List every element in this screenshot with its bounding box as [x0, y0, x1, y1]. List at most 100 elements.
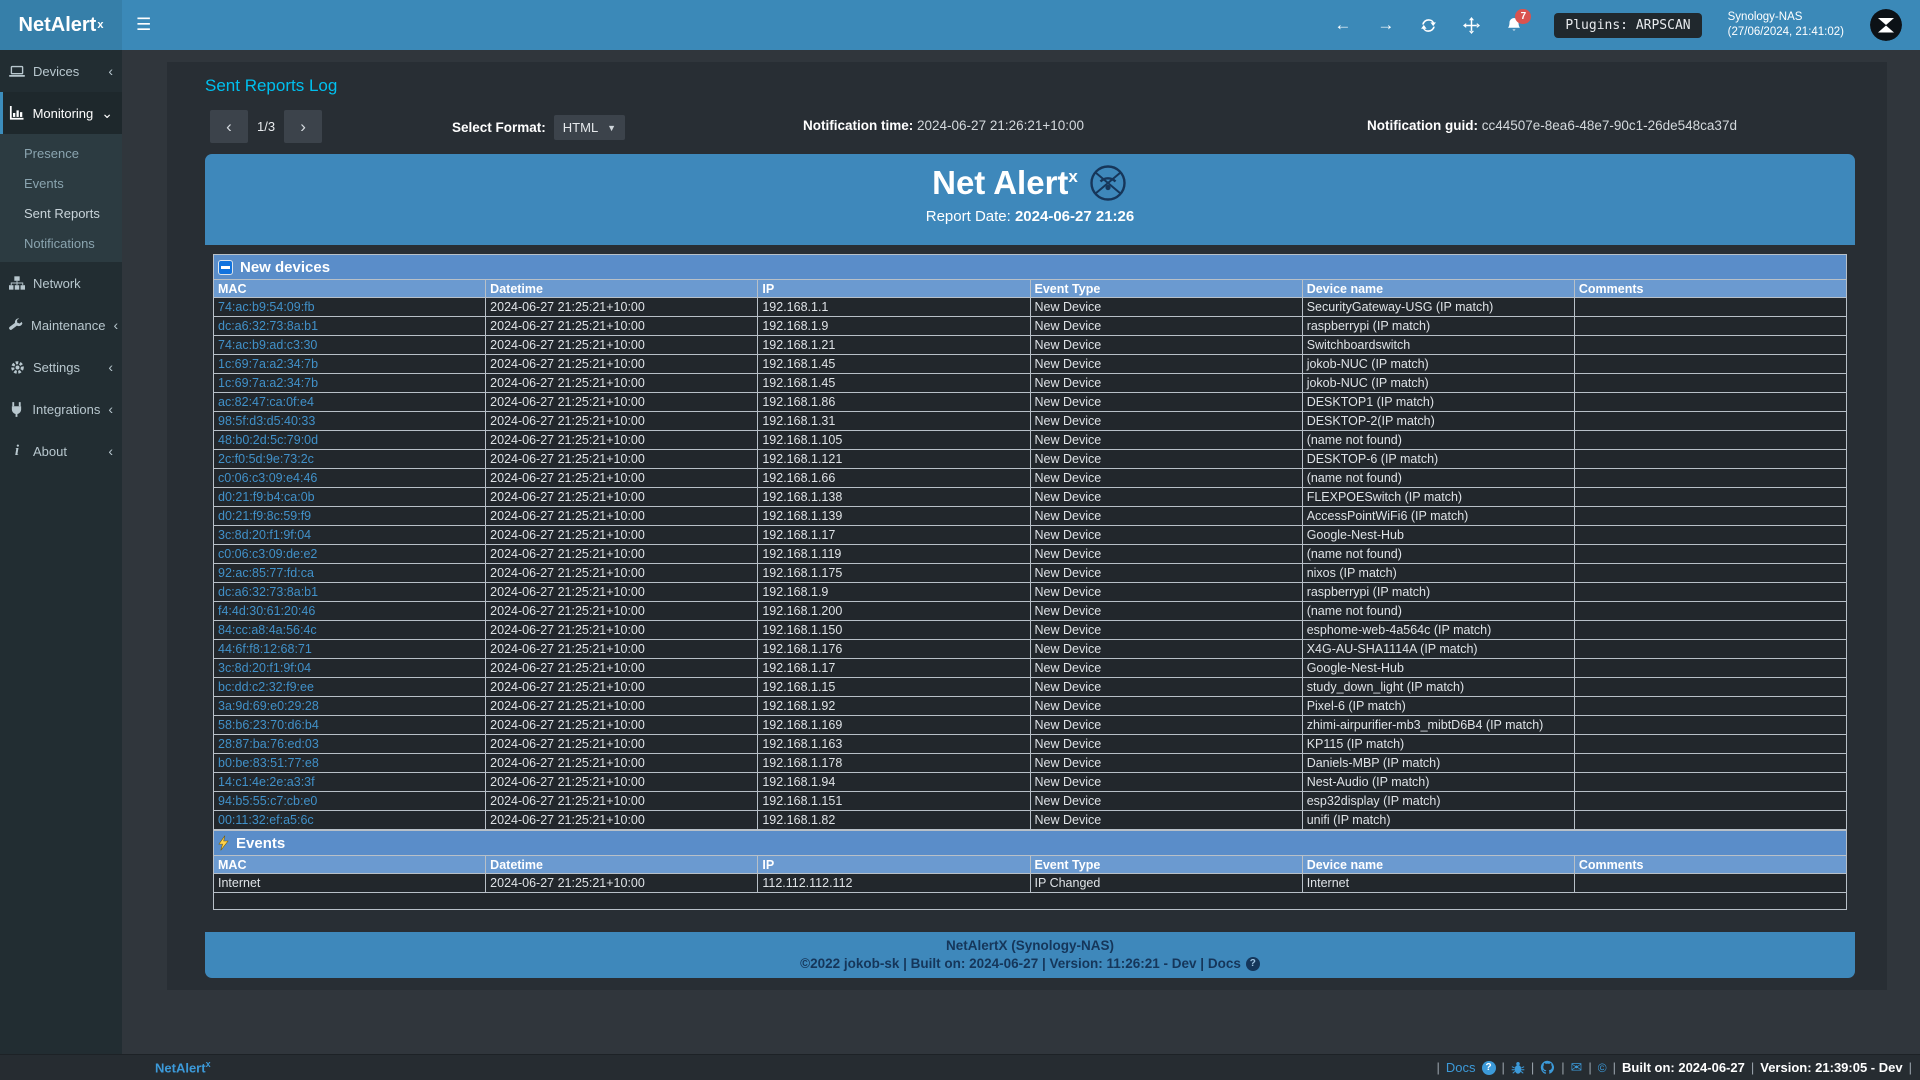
table-row: 2c:f0:5d:9e:73:2c2024-06-27 21:25:21+10:… — [213, 450, 1847, 469]
table-cell — [1574, 716, 1847, 735]
table-cell: 192.168.1.105 — [757, 431, 1029, 450]
separator: | — [1909, 1060, 1912, 1075]
mac-link[interactable]: d0:21:f9:b4:ca:0b — [213, 488, 485, 507]
column-header: Event Type — [1030, 855, 1302, 874]
forward-icon[interactable]: → — [1377, 15, 1394, 35]
pagination: ‹ 1/3 › — [210, 110, 322, 143]
table-row: d0:21:f9:8c:59:f92024-06-27 21:25:21+10:… — [213, 507, 1847, 526]
mac-link[interactable]: dc:a6:32:73:8a:b1 — [213, 583, 485, 602]
mac-link[interactable]: 58:b6:23:70:d6:b4 — [213, 716, 485, 735]
mac-link[interactable]: 48:b0:2d:5c:79:0d — [213, 431, 485, 450]
sidebar-item-sent-reports[interactable]: Sent Reports — [0, 198, 122, 228]
mac-link[interactable]: 74:ac:b9:ad:c3:30 — [213, 336, 485, 355]
mac-link[interactable]: 2c:f0:5d:9e:73:2c — [213, 450, 485, 469]
notifications-bell-icon[interactable]: 7 — [1506, 17, 1522, 33]
separator: | — [1751, 1060, 1754, 1075]
github-icon[interactable] — [1540, 1060, 1555, 1075]
sidebar-item-integrations[interactable]: Integrations ‹ — [0, 388, 122, 430]
sidebar-toggle-icon[interactable]: ☰ — [136, 15, 151, 35]
host-info: Synology-NAS (27/06/2024, 21:41:02) — [1728, 10, 1844, 40]
table-cell: New Device — [1030, 640, 1302, 659]
format-group: Select Format: HTML ▼ — [452, 115, 625, 140]
mac-link[interactable]: 3c:8d:20:f1:9f:04 — [213, 526, 485, 545]
table-row: bc:dd:c2:32:f9:ee2024-06-27 21:25:21+10:… — [213, 678, 1847, 697]
docs-link[interactable]: Docs — [1446, 1060, 1476, 1075]
mac-link[interactable]: 74:ac:b9:54:09:fb — [213, 298, 485, 317]
mac-link[interactable]: 3a:9d:69:e0:29:28 — [213, 697, 485, 716]
mac-link[interactable]: 28:87:ba:76:ed:03 — [213, 735, 485, 754]
sidebar-item-maintenance[interactable]: Maintenance ‹ — [0, 304, 122, 346]
table-cell: 2024-06-27 21:25:21+10:00 — [485, 754, 757, 773]
sidebar-item-events[interactable]: Events — [0, 168, 122, 198]
mac-link[interactable]: b0:be:83:51:77:e8 — [213, 754, 485, 773]
table-cell: raspberrypi (IP match) — [1302, 583, 1574, 602]
column-header: Comments — [1574, 855, 1847, 874]
sidebar-item-network[interactable]: Network — [0, 262, 122, 304]
mac-link[interactable]: 94:b5:55:c7:cb:e0 — [213, 792, 485, 811]
column-header: Device name — [1302, 855, 1574, 874]
copyright-icon[interactable]: © — [1598, 1061, 1607, 1075]
mac-link[interactable]: bc:dd:c2:32:f9:ee — [213, 678, 485, 697]
bug-report-icon[interactable] — [1511, 1061, 1525, 1075]
new-devices-section-header: New devices — [213, 254, 1847, 279]
sent-reports-log-link[interactable]: Sent Reports Log — [205, 76, 337, 96]
mac-link[interactable]: 1c:69:7a:a2:34:7b — [213, 374, 485, 393]
docs-help-icon[interactable]: ? — [1246, 957, 1260, 971]
mac-link[interactable]: 92:ac:85:77:fd:ca — [213, 564, 485, 583]
section-title: Events — [236, 835, 285, 852]
app-logo[interactable]: NetAlertx — [0, 0, 122, 50]
sidebar-item-presence[interactable]: Presence — [0, 138, 122, 168]
mac-link[interactable]: c0:06:c3:09:de:e2 — [213, 545, 485, 564]
table-cell: FLEXPOESwitch (IP match) — [1302, 488, 1574, 507]
mac-link[interactable]: 00:11:32:ef:a5:6c — [213, 811, 485, 830]
next-page-button[interactable]: › — [284, 110, 322, 143]
table-row: f4:4d:30:61:20:462024-06-27 21:25:21+10:… — [213, 602, 1847, 621]
mac-link[interactable]: 44:6f:f8:12:68:71 — [213, 640, 485, 659]
help-icon[interactable]: ? — [1482, 1061, 1496, 1075]
table-header-row: MACDatetimeIPEvent TypeDevice nameCommen… — [213, 855, 1847, 874]
mac-link[interactable]: ac:82:47:ca:0f:e4 — [213, 393, 485, 412]
table-cell: New Device — [1030, 697, 1302, 716]
empty-table-row — [213, 893, 1847, 910]
table-cell: Internet — [213, 874, 485, 893]
sidebar-item-monitoring[interactable]: Monitoring ⌄ — [0, 92, 122, 134]
table-cell: esphome-web-4a564c (IP match) — [1302, 621, 1574, 640]
mac-link[interactable]: 3c:8d:20:f1:9f:04 — [213, 659, 485, 678]
table-cell — [1574, 583, 1847, 602]
sidebar-item-devices[interactable]: Devices ‹ — [0, 50, 122, 92]
prev-page-button[interactable]: ‹ — [210, 110, 248, 143]
table-cell: jokob-NUC (IP match) — [1302, 374, 1574, 393]
sidebar-item-about[interactable]: i About ‹ — [0, 430, 122, 472]
chevron-left-icon: ‹ — [108, 359, 113, 375]
report-controls: ‹ 1/3 › Select Format: HTML ▼ Notificati… — [205, 106, 1855, 150]
mac-link[interactable]: f4:4d:30:61:20:46 — [213, 602, 485, 621]
version-text: Version: 21:39:05 - Dev — [1760, 1060, 1902, 1075]
mac-link[interactable]: c0:06:c3:09:e4:46 — [213, 469, 485, 488]
table-cell: 2024-06-27 21:25:21+10:00 — [485, 735, 757, 754]
user-avatar[interactable] — [1870, 9, 1902, 41]
mac-link[interactable]: 84:cc:a8:4a:56:4c — [213, 621, 485, 640]
refresh-icon[interactable] — [1420, 17, 1437, 34]
table-cell — [1574, 545, 1847, 564]
table-cell: (name not found) — [1302, 431, 1574, 450]
table-cell — [1574, 602, 1847, 621]
table-cell: 192.168.1.163 — [757, 735, 1029, 754]
email-icon[interactable]: ✉ — [1571, 1059, 1583, 1076]
mac-link[interactable]: 98:5f:d3:d5:40:33 — [213, 412, 485, 431]
move-icon[interactable] — [1463, 17, 1480, 34]
table-row: 1c:69:7a:a2:34:7b2024-06-27 21:25:21+10:… — [213, 355, 1847, 374]
table-row: 74:ac:b9:ad:c3:302024-06-27 21:25:21+10:… — [213, 336, 1847, 355]
mac-link[interactable]: 1c:69:7a:a2:34:7b — [213, 355, 485, 374]
sidebar-item-notifications[interactable]: Notifications — [0, 228, 122, 258]
sidebar-item-settings[interactable]: Settings ‹ — [0, 346, 122, 388]
table-cell: 2024-06-27 21:25:21+10:00 — [485, 697, 757, 716]
report-footer-line1: NetAlertX (Synology-NAS) — [205, 938, 1855, 953]
table-row: 58:b6:23:70:d6:b42024-06-27 21:25:21+10:… — [213, 716, 1847, 735]
statusbar-brand-link[interactable]: NetAlertx — [155, 1059, 211, 1075]
table-cell: 112.112.112.112 — [757, 874, 1029, 893]
back-icon[interactable]: ← — [1334, 15, 1351, 35]
mac-link[interactable]: dc:a6:32:73:8a:b1 — [213, 317, 485, 336]
mac-link[interactable]: 14:c1:4e:2e:a3:3f — [213, 773, 485, 792]
format-select[interactable]: HTML ▼ — [554, 115, 625, 140]
mac-link[interactable]: d0:21:f9:8c:59:f9 — [213, 507, 485, 526]
